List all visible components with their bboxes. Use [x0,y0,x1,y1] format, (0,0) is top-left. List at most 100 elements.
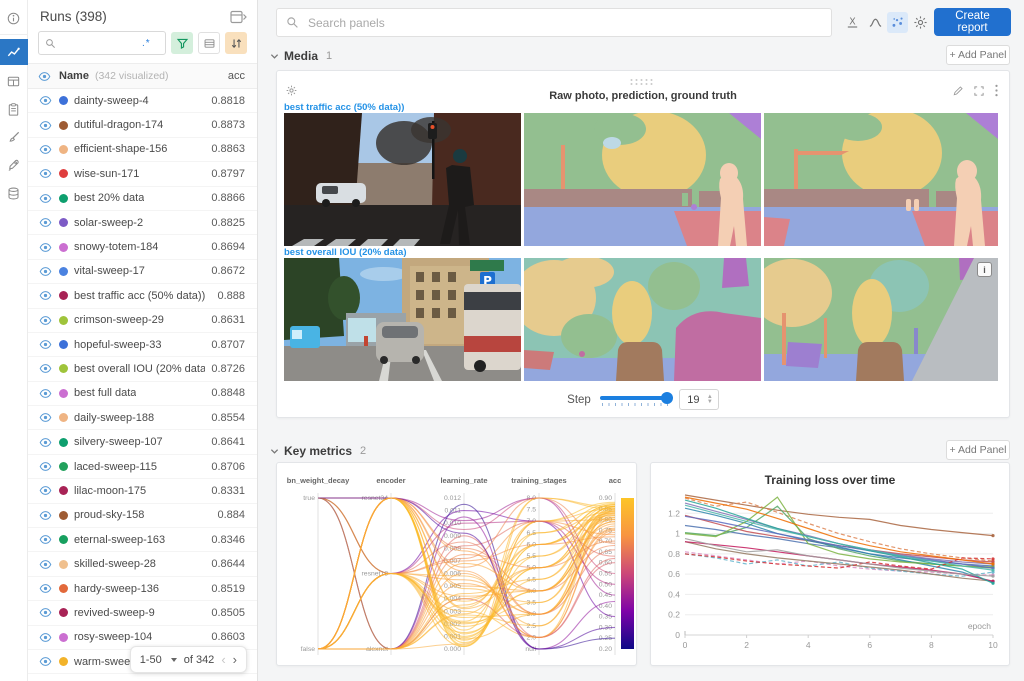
eye-icon[interactable] [38,606,53,619]
eye-icon[interactable] [38,411,53,424]
edit-pencil-icon[interactable] [952,85,964,97]
x-axis-icon[interactable]: X [842,12,863,33]
prediction-image-row2[interactable] [524,258,761,381]
eye-icon[interactable] [38,94,53,107]
step-value-input[interactable] [680,393,707,407]
run-row[interactable]: silvery-sweep-1070.8641 [28,430,257,454]
run-row[interactable]: revived-sweep-90.8505 [28,601,257,625]
nav-item-launch[interactable] [2,153,26,177]
regex-toggle[interactable]: .* [142,38,151,49]
eye-icon[interactable] [38,558,53,571]
eye-icon[interactable] [38,655,53,668]
eye-icon[interactable] [38,362,53,375]
run-row[interactable]: skilled-sweep-280.8644 [28,552,257,576]
prediction-image-row1[interactable] [524,113,761,246]
eye-icon[interactable] [38,533,53,546]
run-row[interactable]: hopeful-sweep-330.8707 [28,333,257,357]
eye-icon[interactable] [38,631,53,644]
media-panel-card: Raw photo, prediction, ground truth best… [276,70,1010,418]
eye-icon[interactable] [38,143,53,156]
prev-page-button[interactable]: ‹ [221,653,225,666]
runs-search-input[interactable] [60,36,138,50]
eye-icon[interactable] [38,314,53,327]
svg-text:false: false [301,646,316,653]
run-row[interactable]: vital-sweep-170.8672 [28,260,257,284]
eye-icon[interactable] [38,509,53,522]
chevron-down-icon[interactable] [171,658,177,662]
media-row1-label[interactable]: best traffic acc (50% data)) [284,102,404,113]
run-row[interactable]: best overall IOU (20% data)0.8726 [28,357,257,381]
eye-icon[interactable] [38,192,53,205]
eye-icon[interactable] [38,241,53,254]
key-metrics-section-header[interactable]: Key metrics 2 [270,444,366,458]
nav-item-sweeps[interactable] [2,125,26,149]
slider-thumb[interactable] [661,392,673,404]
eye-icon[interactable] [38,119,53,132]
create-report-button[interactable]: Create report [934,8,1011,36]
smoothing-icon[interactable] [865,12,886,33]
kebab-menu-icon[interactable] [994,84,999,97]
parallel-coordinates-panel[interactable]: bn_weight_decaytruefalseencoderresnet34r… [276,462,637,666]
fullscreen-icon[interactable] [973,85,985,97]
media-row2-label[interactable]: best overall IOU (20% data) [284,247,406,258]
page-range[interactable]: 1-50 [140,654,162,666]
training-loss-panel[interactable]: Training loss over time 00.20.40.60.811.… [650,462,1010,666]
chevron-down-icon[interactable] [270,447,279,455]
run-row[interactable]: best traffic acc (50% data))0.888 [28,284,257,308]
panel-search-input[interactable] [306,15,822,31]
run-row[interactable]: proud-sky-1580.884 [28,504,257,528]
sort-button[interactable] [225,32,247,54]
group-button[interactable] [198,32,220,54]
run-row[interactable]: wise-sun-1710.8797 [28,162,257,186]
slider-track[interactable] [600,396,670,400]
run-row[interactable]: crimson-sweep-290.8631 [28,309,257,333]
eye-icon[interactable] [38,582,53,595]
nav-item-info[interactable] [2,6,26,30]
ground-truth-image-row1[interactable] [764,113,998,246]
expand-table-icon[interactable] [230,10,247,24]
add-panel-button-media[interactable]: + Add Panel [946,45,1010,65]
nav-item-artifacts[interactable] [2,181,26,205]
gear-icon[interactable] [910,12,931,33]
eye-icon[interactable] [38,216,53,229]
run-row[interactable]: efficient-shape-1560.8863 [28,138,257,162]
ground-truth-image-row2[interactable] [764,258,998,381]
nav-item-panels[interactable] [2,69,26,93]
eye-icon[interactable] [38,265,53,278]
run-row[interactable]: best 20% data0.8866 [28,187,257,211]
run-row[interactable]: dutiful-dragon-1740.8873 [28,113,257,137]
next-page-button[interactable]: › [233,653,237,666]
run-row[interactable]: daily-sweep-1880.8554 [28,406,257,430]
image-info-icon[interactable]: i [977,262,992,277]
run-row[interactable]: hardy-sweep-1360.8519 [28,577,257,601]
step-value-box: ▲▼ [679,389,719,410]
run-row[interactable]: best full data0.8848 [28,382,257,406]
add-panel-button-key-metrics[interactable]: + Add Panel [946,440,1010,460]
eye-icon[interactable] [38,436,53,449]
drag-handle[interactable] [631,79,656,87]
chevron-down-icon[interactable] [270,52,279,60]
raw-photo-image-row2[interactable]: P [284,258,521,381]
nav-item-notes[interactable] [2,97,26,121]
run-row[interactable]: dainty-sweep-40.8818 [28,89,257,113]
eye-icon[interactable] [38,387,53,400]
eye-icon[interactable] [38,460,53,473]
stepper-arrows[interactable]: ▲▼ [707,395,715,405]
eye-icon[interactable] [38,167,53,180]
eye-icon[interactable] [38,484,53,497]
run-row[interactable]: solar-sweep-20.8825 [28,211,257,235]
nav-item-workspace[interactable] [0,39,28,65]
run-row[interactable]: eternal-sweep-1630.8346 [28,528,257,552]
raw-photo-image-row1[interactable] [284,113,521,246]
eye-icon[interactable] [38,338,53,351]
media-section-header[interactable]: Media 1 [270,49,332,63]
run-row[interactable]: snowy-totem-1840.8694 [28,235,257,259]
run-row[interactable]: laced-sweep-1150.8706 [28,455,257,479]
eye-icon[interactable] [38,289,53,302]
step-slider[interactable] [600,392,670,407]
runs-table-header[interactable]: Name (342 visualized) acc [28,63,257,89]
eye-icon[interactable] [38,70,53,83]
run-row[interactable]: lilac-moon-1750.8331 [28,479,257,503]
scatter-settings-icon[interactable] [887,12,908,33]
filter-button[interactable] [171,32,193,54]
